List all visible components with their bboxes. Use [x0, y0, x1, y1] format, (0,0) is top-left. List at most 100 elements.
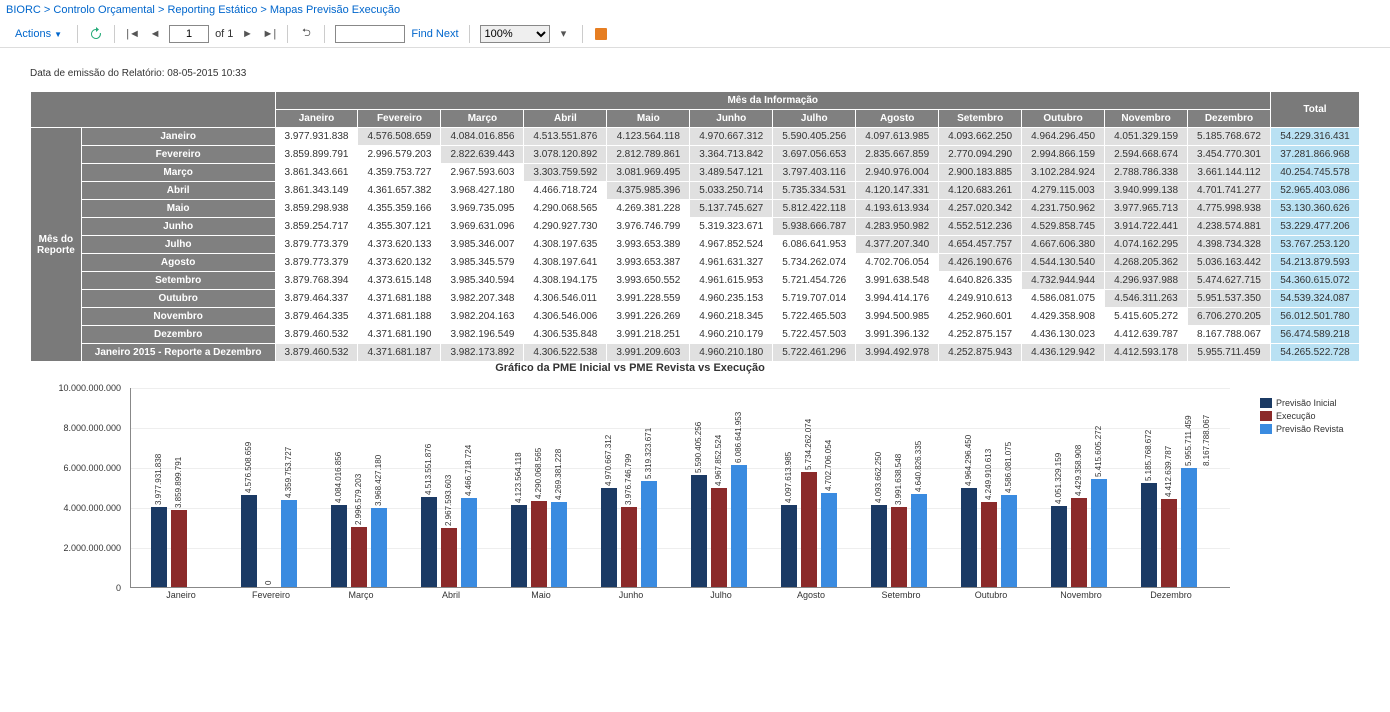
total-cell: 54.213.879.593	[1270, 254, 1359, 272]
refresh-icon[interactable]	[88, 26, 104, 42]
data-cell: 4.257.020.342	[939, 200, 1022, 218]
data-cell: 3.982.204.163	[441, 308, 524, 326]
bar-value-label: 2.996.579.203	[354, 474, 363, 525]
bar-value-label: 5.955.711.459	[1184, 415, 1193, 466]
page-input[interactable]	[169, 25, 209, 43]
report-toolbar: Actions ▼ |◄ ◄ of 1 ► ►| ⮌ Find Next 100…	[0, 20, 1390, 48]
data-cell: 5.722.457.503	[773, 326, 856, 344]
data-cell: 4.654.457.757	[939, 236, 1022, 254]
data-cell: 4.967.852.524	[690, 236, 773, 254]
row-header: Fevereiro	[81, 146, 275, 164]
last-page-icon[interactable]: ►|	[261, 26, 277, 42]
chart-bar	[1161, 499, 1177, 587]
breadcrumb-link[interactable]: Reporting Estático	[167, 4, 257, 16]
table-row: Janeiro 2015 - Reporte a Dezembro3.879.4…	[31, 344, 1360, 362]
data-cell: 4.466.718.724	[524, 182, 607, 200]
chart-bar	[371, 508, 387, 587]
data-cell: 4.269.381.228	[607, 200, 690, 218]
chart-bar	[891, 507, 907, 587]
data-cell: 4.296.937.988	[1105, 272, 1188, 290]
zoom-icon[interactable]: ▾	[556, 26, 572, 42]
data-cell: 4.426.190.676	[939, 254, 1022, 272]
data-cell: 4.970.667.312	[690, 128, 773, 146]
data-cell: 4.308.194.175	[524, 272, 607, 290]
total-cell: 54.229.316.431	[1270, 128, 1359, 146]
data-table: Mês da Informação Total JaneiroFevereiro…	[30, 91, 1360, 362]
x-axis-label: Junho	[619, 590, 644, 600]
data-cell: 4.960.218.345	[690, 308, 773, 326]
data-cell: 4.290.068.565	[524, 200, 607, 218]
total-cell: 54.265.522.728	[1270, 344, 1359, 362]
chart-bar	[171, 510, 187, 587]
prev-page-icon[interactable]: ◄	[147, 26, 163, 42]
bar-value-label: 4.970.667.312	[604, 434, 613, 485]
chart-bar	[871, 505, 887, 587]
table-row: Julho3.879.773.3794.373.620.1333.985.346…	[31, 236, 1360, 254]
back-icon[interactable]: ⮌	[298, 26, 314, 42]
month-header: Julho	[773, 110, 856, 128]
data-cell: 5.722.461.296	[773, 344, 856, 362]
row-header: Janeiro	[81, 128, 275, 146]
data-cell: 4.436.129.942	[1022, 344, 1105, 362]
bar-value-label: 4.640.826.335	[914, 441, 923, 492]
data-cell: 3.879.773.379	[275, 254, 358, 272]
data-cell: 3.303.759.592	[524, 164, 607, 182]
bar-value-label: 4.359.753.727	[284, 447, 293, 498]
first-page-icon[interactable]: |◄	[125, 26, 141, 42]
find-input[interactable]	[335, 25, 405, 43]
month-header: Março	[441, 110, 524, 128]
chart-bar	[711, 488, 727, 587]
chart-bar	[1091, 479, 1107, 587]
data-cell: 5.319.323.671	[690, 218, 773, 236]
data-cell: 4.308.197.635	[524, 236, 607, 254]
month-header: Junho	[690, 110, 773, 128]
export-icon[interactable]	[593, 26, 609, 42]
data-cell: 4.412.593.178	[1105, 344, 1188, 362]
month-header: Agosto	[856, 110, 939, 128]
data-cell: 4.308.197.641	[524, 254, 607, 272]
data-cell: 3.982.196.549	[441, 326, 524, 344]
table-row: Abril3.861.343.1494.361.657.3823.968.427…	[31, 182, 1360, 200]
data-cell: 3.977.965.713	[1105, 200, 1188, 218]
data-cell: 3.993.650.552	[607, 272, 690, 290]
data-cell: 3.454.770.301	[1188, 146, 1271, 164]
data-cell: 4.123.564.118	[607, 128, 690, 146]
chart-bar	[641, 481, 657, 587]
bar-value-label: 5.319.323.671	[644, 427, 653, 478]
data-cell: 5.185.768.672	[1188, 128, 1271, 146]
data-cell: 6.086.641.953	[773, 236, 856, 254]
bar-value-label: 4.702.706.054	[824, 440, 833, 491]
data-cell: 3.994.500.985	[856, 308, 939, 326]
data-cell: 4.051.329.159	[1105, 128, 1188, 146]
actions-dropdown[interactable]: Actions ▼	[10, 26, 67, 42]
data-cell: 4.552.512.236	[939, 218, 1022, 236]
report-emission-date: Data de emissão do Relatório: 08-05-2015…	[30, 68, 1360, 79]
find-next-link[interactable]: Find Next	[411, 28, 458, 40]
data-cell: 3.861.343.661	[275, 164, 358, 182]
data-cell: 4.074.162.295	[1105, 236, 1188, 254]
zoom-select[interactable]: 100%	[480, 25, 550, 43]
data-cell: 3.078.120.892	[524, 146, 607, 164]
breadcrumb-link[interactable]: Controlo Orçamental	[53, 4, 155, 16]
bar-value-label: 0	[264, 581, 273, 585]
chart-bar	[1001, 495, 1017, 587]
next-page-icon[interactable]: ►	[239, 26, 255, 42]
data-cell: 3.982.173.892	[441, 344, 524, 362]
data-cell: 4.373.615.148	[358, 272, 441, 290]
y-axis-label: 6.000.000.000	[63, 463, 121, 473]
data-cell: 4.544.130.540	[1022, 254, 1105, 272]
chart-bar	[421, 497, 437, 587]
data-cell: 5.719.707.014	[773, 290, 856, 308]
data-cell: 3.914.722.441	[1105, 218, 1188, 236]
month-header: Novembro	[1105, 110, 1188, 128]
breadcrumb-link[interactable]: BIORC	[6, 4, 41, 16]
data-cell: 4.436.130.023	[1022, 326, 1105, 344]
breadcrumb-link[interactable]: Mapas Previsão Execução	[270, 4, 400, 16]
page-of-label: of 1	[215, 28, 233, 40]
row-header: Dezembro	[81, 326, 275, 344]
data-cell: 4.306.535.848	[524, 326, 607, 344]
data-cell: 4.097.613.985	[856, 128, 939, 146]
data-cell: 4.371.681.188	[358, 290, 441, 308]
data-cell: 3.969.631.096	[441, 218, 524, 236]
chart-bar	[461, 498, 477, 587]
